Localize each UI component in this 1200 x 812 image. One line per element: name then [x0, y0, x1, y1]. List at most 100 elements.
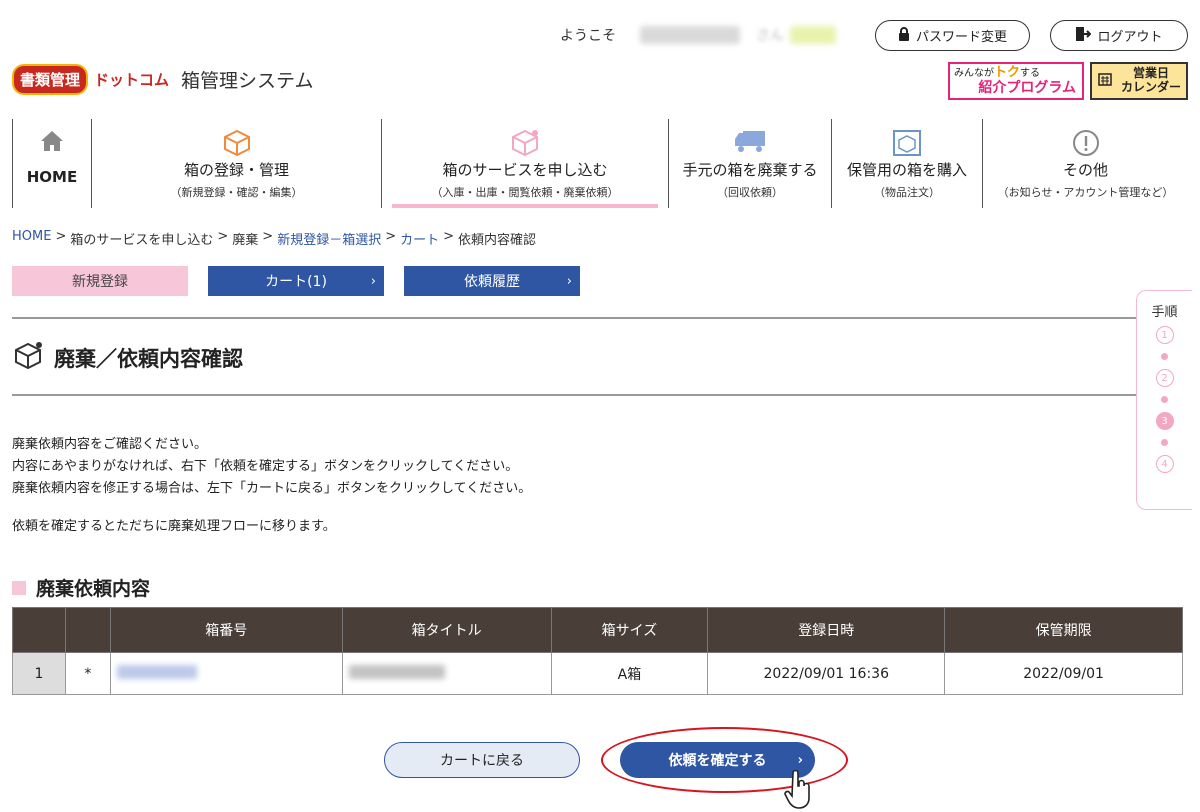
- role-badge-blurred: [790, 26, 836, 44]
- step-dot: [1161, 396, 1168, 403]
- page-title-text: 廃棄／依頼内容確認: [54, 346, 243, 371]
- logout-label: ログアウト: [1097, 30, 1163, 45]
- col-header-num: [12, 607, 66, 653]
- cell-box-title: [341, 652, 552, 695]
- breadcrumb-sep: >: [217, 229, 229, 244]
- breadcrumb-cart[interactable]: カート: [400, 229, 439, 248]
- cell-num: 1: [12, 652, 66, 695]
- breadcrumb-dispose: 廃棄: [232, 233, 259, 248]
- logout-icon: [1075, 26, 1092, 45]
- breadcrumb-sep: >: [443, 229, 455, 244]
- title-divider-bottom: [12, 394, 1136, 396]
- main-nav: HOME 箱の登録・管理 （新規登録・確認・編集） 箱のサービスを申し込む （入…: [12, 119, 1188, 208]
- cell-box-number[interactable]: [109, 652, 343, 695]
- nav-home-label: HOME: [26, 168, 78, 186]
- business-calendar-button[interactable]: 営業日 カレンダー: [1090, 62, 1188, 100]
- system-name: 箱管理システム: [181, 70, 314, 92]
- referral-top: みんなが: [954, 68, 994, 79]
- section-title: 廃棄依頼内容: [12, 574, 150, 601]
- password-change-label: パスワード変更: [915, 30, 1007, 45]
- breadcrumb: HOME > 箱のサービスを申し込む > 廃棄 > 新規登録－箱選択 > カート…: [12, 229, 536, 248]
- section-title-text: 廃棄依頼内容: [36, 578, 151, 600]
- password-change-button[interactable]: パスワード変更: [875, 20, 1030, 51]
- instructions: 廃棄依頼内容をご確認ください。 内容にあやまりがなければ、右下「依頼を確定する」…: [12, 434, 531, 500]
- page-title: 廃棄／依頼内容確認: [12, 340, 243, 375]
- cell-limit: 2022/09/01: [944, 652, 1183, 695]
- tab-new-label: 新規登録: [72, 274, 128, 290]
- back-to-cart-button[interactable]: カートに戻る: [384, 742, 580, 778]
- truck-icon: [733, 129, 767, 157]
- nav-box-register-sub: （新規登録・確認・編集）: [170, 186, 303, 199]
- table-row: 1 * A箱 2022/09/01 16:36 2022/09/01: [12, 652, 1183, 695]
- calendar-line2: カレンダー: [1120, 80, 1181, 94]
- referral-suru: する: [1020, 68, 1041, 79]
- welcome-text: ようこそ: [560, 28, 616, 44]
- breadcrumb-current: 依頼内容確認: [458, 233, 537, 248]
- nav-box-service-sub: （入庫・出庫・閲覧依頼・廃棄依頼）: [431, 186, 619, 199]
- logout-button[interactable]: ログアウト: [1050, 20, 1188, 51]
- step-1: 1: [1155, 326, 1174, 344]
- referral-main: 紹介プログラム: [978, 79, 1076, 96]
- referral-toku: トク: [994, 65, 1021, 80]
- col-header-registered: 登録日時: [707, 607, 946, 653]
- step-2: 2: [1155, 369, 1174, 387]
- chevron-right-icon: ›: [566, 273, 572, 289]
- nav-other-title: その他: [1062, 161, 1108, 179]
- nav-box-register-title: 箱の登録・管理: [183, 161, 289, 179]
- col-header-box-number: 箱番号: [109, 607, 343, 653]
- instruction-line1: 廃棄依頼内容をご確認ください。: [12, 437, 208, 452]
- home-icon: [39, 129, 65, 157]
- nav-dispose-boxes[interactable]: 手元の箱を廃棄する （回収依頼）: [668, 119, 831, 208]
- step-3-current: 3: [1155, 412, 1174, 430]
- request-table: 箱番号 箱タイトル 箱サイズ 登録日時 保管期限 1 * A箱 2022/09/…: [12, 607, 1183, 695]
- step-dot: [1161, 353, 1168, 360]
- chevron-right-icon: ›: [370, 273, 376, 289]
- box-icon: [222, 129, 252, 161]
- logo-part2: ドットコム: [94, 71, 170, 89]
- nav-other-sub: （お知らせ・アカウント管理など）: [997, 186, 1174, 199]
- cell-registered: 2022/09/01 16:36: [707, 652, 946, 695]
- breadcrumb-home[interactable]: HOME: [12, 229, 51, 248]
- title-divider-top: [12, 317, 1136, 319]
- nav-box-service-title: 箱のサービスを申し込む: [442, 161, 608, 179]
- breadcrumb-sep: >: [55, 229, 67, 244]
- box-outline-icon: [12, 340, 44, 375]
- breadcrumb-sep: >: [262, 229, 274, 244]
- calendar-icon: [1098, 72, 1112, 90]
- nav-box-service[interactable]: 箱のサービスを申し込む （入庫・出庫・閲覧依頼・廃棄依頼）: [381, 119, 668, 208]
- box-title-blurred: [348, 664, 445, 679]
- nav-dispose-sub: （回収依頼）: [717, 186, 783, 199]
- san-text: さん: [756, 28, 784, 44]
- breadcrumb-sep: >: [385, 229, 397, 244]
- nav-buy-title: 保管用の箱を購入: [846, 161, 967, 179]
- step-4: 4: [1155, 455, 1174, 473]
- cell-mark: *: [64, 652, 111, 695]
- col-header-box-title: 箱タイトル: [341, 607, 552, 653]
- nav-home[interactable]: HOME: [12, 119, 91, 208]
- breadcrumb-service: 箱のサービスを申し込む: [70, 233, 214, 248]
- back-to-cart-label: カートに戻る: [440, 753, 524, 769]
- lock-icon: [898, 26, 910, 45]
- steps-label: 手順: [1151, 305, 1178, 320]
- tab-cart[interactable]: カート(1) ›: [208, 266, 384, 296]
- instruction-line2: 内容にあやまりがなければ、右下「依頼を確定する」ボタンをクリックしてください。: [12, 459, 519, 474]
- box-service-icon: [510, 129, 540, 161]
- account-name-blurred: [640, 26, 740, 44]
- site-logo[interactable]: 書類管理 ドットコム 箱管理システム: [12, 64, 313, 95]
- referral-banner[interactable]: みんながトクする 紹介プログラム: [948, 62, 1084, 100]
- nav-box-register[interactable]: 箱の登録・管理 （新規登録・確認・編集）: [91, 119, 381, 208]
- steps-panel: 手順 1 2 3 4: [1136, 290, 1192, 510]
- table-header-row: 箱番号 箱タイトル 箱サイズ 登録日時 保管期限: [12, 607, 1183, 653]
- nav-buy-sub: （物品注文）: [874, 186, 940, 199]
- calendar-line1: 営業日: [1132, 66, 1169, 81]
- instruction-line3: 廃棄依頼内容を修正する場合は、左下「カートに戻る」ボタンをクリックしてください。: [12, 481, 532, 496]
- pointer-hand-icon: [784, 769, 814, 812]
- breadcrumb-box-select[interactable]: 新規登録－箱選択: [277, 229, 381, 248]
- col-header-box-size: 箱サイズ: [550, 607, 709, 653]
- tab-cart-label: カート(1): [265, 274, 327, 290]
- tab-new-register[interactable]: 新規登録: [12, 266, 188, 296]
- nav-other[interactable]: その他 （お知らせ・アカウント管理など）: [982, 119, 1188, 208]
- box-number-blurred[interactable]: [116, 664, 197, 679]
- nav-buy-boxes[interactable]: 保管用の箱を購入 （物品注文）: [831, 119, 982, 208]
- tab-history[interactable]: 依頼履歴 ›: [404, 266, 580, 296]
